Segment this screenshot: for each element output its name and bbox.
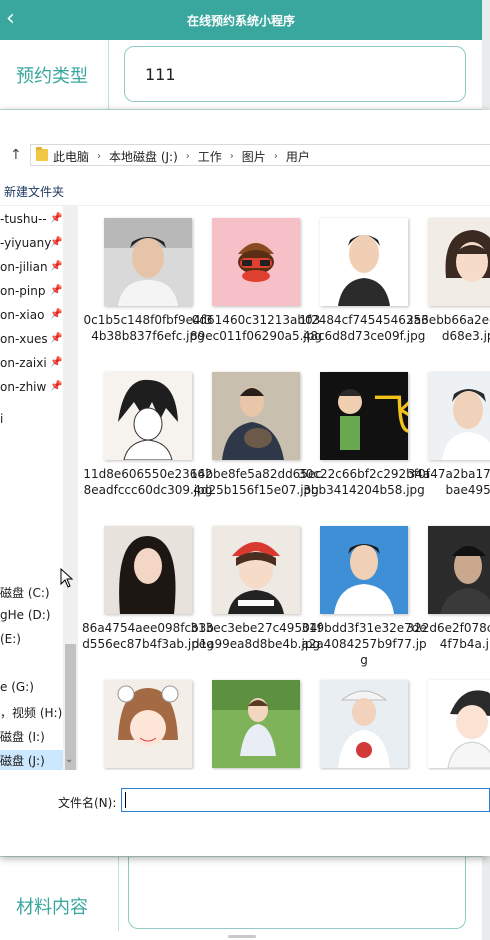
nav-item[interactable]: -yiyuany <box>0 236 51 250</box>
file-open-dialog: ↑ 此电脑 › 本地磁盘 (J:) › 工作 › 图片 › 用户 新建文件夹 -tush… <box>0 110 490 856</box>
chevron-right-icon[interactable]: › <box>230 151 234 162</box>
address-bar[interactable]: 此电脑 › 本地磁盘 (J:) › 工作 › 图片 › 用户 <box>30 144 490 166</box>
image-thumbnail: 飞 <box>320 372 408 460</box>
file-item[interactable]: 86a4754aee098fcb3bd556ec87b4f3ab.jpeg <box>78 514 214 664</box>
nav-item-drive[interactable]: 磁盘 (I:) <box>0 728 45 745</box>
file-item[interactable] <box>294 668 408 770</box>
file-item[interactable]: 飞 30c22c66bf2c292bf0f3bb3414204b58.jpg <box>294 360 430 510</box>
file-item[interactable]: 2a6ebb66a2ece5f742d68e3.jpg <box>402 206 490 356</box>
image-thumbnail <box>104 372 192 460</box>
nav-item[interactable]: i <box>0 412 3 426</box>
navigation-pane: -tushu-- 📌 -yiyuany 📌 on-jilian 📌 on-pin… <box>0 206 78 770</box>
material-content-input[interactable] <box>128 857 466 929</box>
breadcrumb: 此电脑 › 本地磁盘 (J:) › 工作 › 图片 › 用户 <box>53 148 310 165</box>
row-divider <box>118 857 119 931</box>
row-divider <box>108 40 109 110</box>
nav-item-drive[interactable]: gHe (D:) <box>0 608 50 622</box>
material-content-row: 材料内容 <box>0 856 482 931</box>
nav-item-drive[interactable]: 磁盘 (C:) <box>0 584 50 601</box>
pin-icon: 📌 <box>50 237 63 248</box>
file-item[interactable]: 0d61460c31213ab0389ec011f06290a5.jpg <box>186 206 322 356</box>
file-item[interactable]: 322d6e2f078c1eac134f7b4a.jpg <box>402 514 490 664</box>
nav-item[interactable]: on-pinp <box>0 284 45 298</box>
filename-input[interactable] <box>121 788 490 812</box>
material-content-label: 材料内容 <box>16 897 88 918</box>
image-thumbnail <box>212 526 300 614</box>
nav-item[interactable]: on-zaixi <box>0 356 47 370</box>
breadcrumb-item[interactable]: 用户 <box>286 148 310 165</box>
top-bar: ‹ 在线预约系统小程序 <box>0 0 482 40</box>
arrow-up-icon[interactable]: ↑ <box>10 147 22 163</box>
home-indicator <box>228 935 256 938</box>
file-item[interactable] <box>78 668 192 770</box>
file-name: 34a47a2ba173e0975bae4952 <box>407 467 490 497</box>
file-item[interactable] <box>186 668 300 770</box>
breadcrumb-item[interactable]: 本地磁盘 (J:) <box>109 148 178 165</box>
file-item[interactable] <box>402 668 490 770</box>
appointment-type-label: 预约类型 <box>16 66 88 87</box>
image-thumbnail <box>212 218 300 306</box>
nav-item[interactable]: -tushu-- <box>0 212 47 226</box>
file-item[interactable]: 11d8e606550e236628eadfccc60dc309.jpg <box>78 360 213 510</box>
text-caret <box>125 792 126 808</box>
file-item[interactable]: 1f2484cf745454635348c6d8d73ce09f.jpg <box>294 206 429 356</box>
pin-icon: 📌 <box>50 213 63 224</box>
nav-item-drive-selected[interactable]: 磁盘 (J:) <box>0 750 63 770</box>
image-thumbnail <box>428 218 490 306</box>
new-folder-button[interactable]: 新建文件夹 <box>4 183 64 200</box>
pin-icon: 📌 <box>50 285 63 296</box>
image-thumbnail <box>428 680 490 768</box>
pin-icon: 📌 <box>50 381 63 392</box>
nav-item[interactable]: on-xiao <box>0 308 44 322</box>
folder-icon <box>36 147 48 161</box>
pin-icon: 📌 <box>50 357 63 368</box>
address-area: ↑ 此电脑 › 本地磁盘 (J:) › 工作 › 图片 › 用户 <box>0 138 490 172</box>
nav-item-drive[interactable]: e (G:) <box>0 680 34 694</box>
nav-item[interactable]: on-xues <box>0 332 48 346</box>
filename-label: 文件名(N): <box>58 796 117 810</box>
image-thumbnail <box>428 526 490 614</box>
nav-item-drive[interactable]: (E:) <box>0 632 21 646</box>
chevron-right-icon[interactable]: › <box>186 151 190 162</box>
appointment-type-input[interactable]: 111 <box>124 46 466 102</box>
appointment-type-row: 预约类型 111 <box>0 40 482 110</box>
image-thumbnail <box>320 526 408 614</box>
page-title: 在线预约系统小程序 <box>186 14 295 28</box>
file-list: 0c1b5c148f0fbf9e4f34b38b837f6efc.jpg 0d6… <box>78 206 490 770</box>
nav-item[interactable]: on-zhiw <box>0 380 46 394</box>
breadcrumb-item[interactable]: 工作 <box>198 148 222 165</box>
file-item[interactable]: 14bbe8fe5a82dd65ec4d25b156f15e07.jpg <box>186 360 322 510</box>
mouse-cursor-icon <box>60 568 74 588</box>
app-screen: ‹ 在线预约系统小程序 预约类型 111 材料内容 ↑ 此电脑 › 本地磁盘 (J… <box>0 0 490 940</box>
file-name: 2a6ebb66a2ece5f742d68e3.jpg <box>406 313 490 343</box>
pin-icon: 📌 <box>50 333 63 344</box>
pin-icon: 📌 <box>50 309 63 320</box>
image-thumbnail <box>104 218 192 306</box>
image-thumbnail <box>104 526 192 614</box>
file-name: 322d6e2f078c1eac134f7b4a.jpg <box>406 621 490 651</box>
image-thumbnail <box>104 680 192 768</box>
chevron-right-icon[interactable]: › <box>97 151 101 162</box>
nav-item[interactable]: on-jilian <box>0 260 48 274</box>
file-item[interactable]: 34a47a2ba173e0975bae4952 <box>402 360 490 510</box>
file-item[interactable]: 319bdd3f31e32e7dea2a4084257b9f77.jpg <box>294 514 427 667</box>
appointment-type-value: 111 <box>145 65 176 84</box>
filename-row: 文件名(N): <box>0 786 490 816</box>
file-item[interactable]: 0c1b5c148f0fbf9e4f34b38b837f6efc.jpg <box>78 206 213 356</box>
image-thumbnail <box>212 372 300 460</box>
image-thumbnail <box>320 680 408 768</box>
pin-icon: 📌 <box>50 261 63 272</box>
chevron-down-icon[interactable]: ⌄ <box>65 754 73 765</box>
nav-scrollbar[interactable]: ⌄ <box>63 206 78 770</box>
breadcrumb-item[interactable]: 图片 <box>242 148 266 165</box>
chevron-right-icon[interactable]: › <box>274 151 278 162</box>
scrollbar-thumb[interactable] <box>65 644 76 770</box>
image-thumbnail <box>212 680 300 768</box>
file-item[interactable]: 313ec3ebe27c49504fd1a99ea8d8be4b.jpg <box>186 514 322 664</box>
nav-item-drive[interactable]: ，视频 (H:) <box>0 704 62 721</box>
image-thumbnail <box>320 218 408 306</box>
image-thumbnail <box>428 372 490 460</box>
breadcrumb-item[interactable]: 此电脑 <box>53 148 89 165</box>
